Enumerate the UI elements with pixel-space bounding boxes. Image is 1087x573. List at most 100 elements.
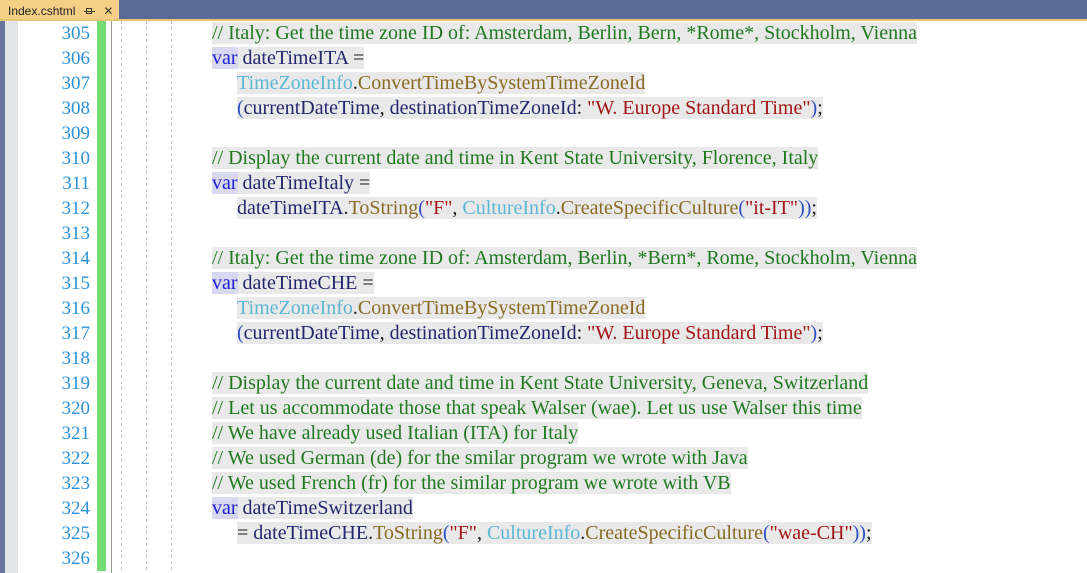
line-number: 323 bbox=[61, 473, 91, 494]
change-bar bbox=[97, 71, 106, 96]
code-token: ConvertTimeBySystemTimeZoneId bbox=[357, 297, 646, 319]
structure-highlight: var dateTimeITA = bbox=[212, 47, 365, 69]
structure-highlight: // We used German (de) for the smilar pr… bbox=[212, 447, 748, 469]
line-number: 317 bbox=[61, 323, 91, 344]
line-number: 314 bbox=[61, 248, 91, 269]
code-text[interactable]: dateTimeITA.ToString("F", CultureInfo.Cr… bbox=[237, 196, 817, 221]
code-editor[interactable]: 305 // Italy: Get the time zone ID of: Am… bbox=[0, 21, 1087, 573]
code-token: , bbox=[379, 97, 390, 119]
code-line[interactable]: 308 (currentDateTime, destinationTimeZone… bbox=[0, 96, 1087, 121]
code-line[interactable]: 315 var dateTimeCHE = bbox=[0, 271, 1087, 296]
code-token: )) bbox=[852, 522, 866, 544]
code-line[interactable]: 314 // Italy: Get the time zone ID of: Am… bbox=[0, 246, 1087, 271]
line-number: 318 bbox=[61, 348, 91, 369]
code-line[interactable]: 311 var dateTimeItaly = bbox=[0, 171, 1087, 196]
code-token: ToString bbox=[373, 522, 443, 544]
code-line[interactable]: 321 // We have already used Italian (ITA)… bbox=[0, 421, 1087, 446]
code-line[interactable]: 312 dateTimeITA.ToString("F", CultureInfo… bbox=[0, 196, 1087, 221]
line-number: 320 bbox=[61, 398, 91, 419]
code-text[interactable]: TimeZoneInfo.ConvertTimeBySystemTimeZone… bbox=[237, 71, 646, 96]
code-text[interactable]: (currentDateTime, destinationTimeZoneId:… bbox=[237, 321, 823, 346]
code-token: TimeZoneInfo bbox=[237, 297, 353, 319]
code-token: // We used German (de) for the smilar pr… bbox=[212, 447, 748, 469]
code-line[interactable]: 326 bbox=[0, 546, 1087, 571]
code-line[interactable]: 317 (currentDateTime, destinationTimeZone… bbox=[0, 321, 1087, 346]
line-number: 313 bbox=[61, 223, 91, 244]
structure-highlight: var dateTimeCHE = bbox=[212, 272, 374, 294]
code-token: currentDateTime bbox=[243, 322, 380, 344]
code-text[interactable]: var dateTimeSwitzerland bbox=[212, 496, 413, 521]
code-text[interactable]: // We used German (de) for the smilar pr… bbox=[212, 446, 748, 471]
code-text[interactable]: // Italy: Get the time zone ID of: Amste… bbox=[212, 246, 917, 271]
code-token: "F" bbox=[449, 522, 477, 544]
change-bar bbox=[97, 371, 106, 396]
code-token: = bbox=[359, 172, 371, 194]
change-bar bbox=[97, 296, 106, 321]
line-number: 305 bbox=[61, 23, 91, 44]
indent-guide-2 bbox=[146, 21, 147, 573]
pin-icon[interactable] bbox=[84, 5, 96, 17]
editor-tab-index-cshtml[interactable]: Index.cshtml ✕ bbox=[0, 0, 120, 21]
code-lines-container[interactable]: 305 // Italy: Get the time zone ID of: Am… bbox=[0, 21, 1087, 573]
code-token: ( bbox=[237, 322, 244, 344]
code-token: CultureInfo bbox=[486, 522, 581, 544]
code-line[interactable]: 318 bbox=[0, 346, 1087, 371]
change-bar bbox=[97, 396, 106, 421]
code-text[interactable]: var dateTimeCHE = bbox=[212, 271, 374, 296]
change-bar bbox=[97, 346, 106, 371]
code-text[interactable]: var dateTimeITA = bbox=[212, 46, 365, 71]
code-token: TimeZoneInfo bbox=[237, 72, 353, 94]
code-text[interactable]: // Display the current date and time in … bbox=[212, 146, 819, 171]
code-text[interactable]: var dateTimeItaly = bbox=[212, 171, 371, 196]
code-line[interactable]: 307 TimeZoneInfo.ConvertTimeBySystemTimeZ… bbox=[0, 71, 1087, 96]
code-token: // Italy: Get the time zone ID of: Amste… bbox=[212, 22, 917, 44]
code-line[interactable]: 306 var dateTimeITA = bbox=[0, 46, 1087, 71]
structure-highlight: // We used French (fr) for the similar p… bbox=[212, 472, 731, 494]
code-line[interactable]: 309 bbox=[0, 121, 1087, 146]
code-line[interactable]: 319 // Display the current date and time … bbox=[0, 371, 1087, 396]
code-line[interactable]: 323 // We used French (fr) for the simila… bbox=[0, 471, 1087, 496]
tab-strip: Index.cshtml ✕ bbox=[0, 0, 1087, 21]
change-bar bbox=[97, 121, 106, 146]
code-text[interactable]: // Italy: Get the time zone ID of: Amste… bbox=[212, 21, 917, 46]
change-bar bbox=[97, 271, 106, 296]
code-text[interactable]: TimeZoneInfo.ConvertTimeBySystemTimeZone… bbox=[237, 296, 646, 321]
change-bar bbox=[97, 496, 106, 521]
structure-highlight: // We have already used Italian (ITA) fo… bbox=[212, 422, 579, 444]
code-token: "it-IT" bbox=[745, 197, 799, 219]
code-token: var bbox=[212, 47, 238, 69]
code-line[interactable]: 325 = dateTimeCHE.ToString("F", CultureIn… bbox=[0, 521, 1087, 546]
change-bar bbox=[97, 21, 106, 46]
code-line[interactable]: 322 // We used German (de) for the smilar… bbox=[0, 446, 1087, 471]
code-text[interactable]: // We have already used Italian (ITA) fo… bbox=[212, 421, 579, 446]
code-line[interactable]: 324 var dateTimeSwitzerland bbox=[0, 496, 1087, 521]
code-token: CreateSpecificCulture bbox=[585, 522, 763, 544]
code-token: : bbox=[576, 97, 588, 119]
structure-highlight: var dateTimeSwitzerland bbox=[212, 497, 413, 519]
code-text[interactable]: = dateTimeCHE.ToString("F", CultureInfo.… bbox=[237, 521, 872, 546]
change-bar bbox=[97, 196, 106, 221]
line-number: 307 bbox=[61, 73, 91, 94]
line-number: 310 bbox=[61, 148, 91, 169]
code-token: CultureInfo bbox=[462, 197, 556, 219]
code-token: ( bbox=[418, 197, 425, 219]
code-text[interactable]: // Display the current date and time in … bbox=[212, 371, 869, 396]
code-line[interactable]: 313 bbox=[0, 221, 1087, 246]
line-number: 308 bbox=[61, 98, 91, 119]
code-line[interactable]: 310 // Display the current date and time … bbox=[0, 146, 1087, 171]
structure-highlight: // Let us accommodate those that speak W… bbox=[212, 397, 862, 419]
code-token: ; bbox=[817, 322, 823, 344]
code-token: ToString bbox=[348, 197, 419, 219]
code-line[interactable]: 316 TimeZoneInfo.ConvertTimeBySystemTimeZ… bbox=[0, 296, 1087, 321]
code-text[interactable]: // We used French (fr) for the similar p… bbox=[212, 471, 731, 496]
line-number: 315 bbox=[61, 273, 91, 294]
code-text[interactable]: (currentDateTime, destinationTimeZoneId:… bbox=[237, 96, 823, 121]
structure-highlight: (currentDateTime, destinationTimeZoneId:… bbox=[237, 322, 823, 344]
code-line[interactable]: 320 // Let us accommodate those that spea… bbox=[0, 396, 1087, 421]
indent-guide-1 bbox=[121, 21, 122, 573]
code-text[interactable]: // Let us accommodate those that speak W… bbox=[212, 396, 862, 421]
code-line[interactable]: 305 // Italy: Get the time zone ID of: Am… bbox=[0, 21, 1087, 46]
code-token: "W. Europe Standard Time" bbox=[587, 97, 811, 119]
code-token: // Display the current date and time in … bbox=[212, 147, 819, 169]
structure-highlight: dateTimeITA.ToString("F", CultureInfo.Cr… bbox=[237, 197, 817, 219]
